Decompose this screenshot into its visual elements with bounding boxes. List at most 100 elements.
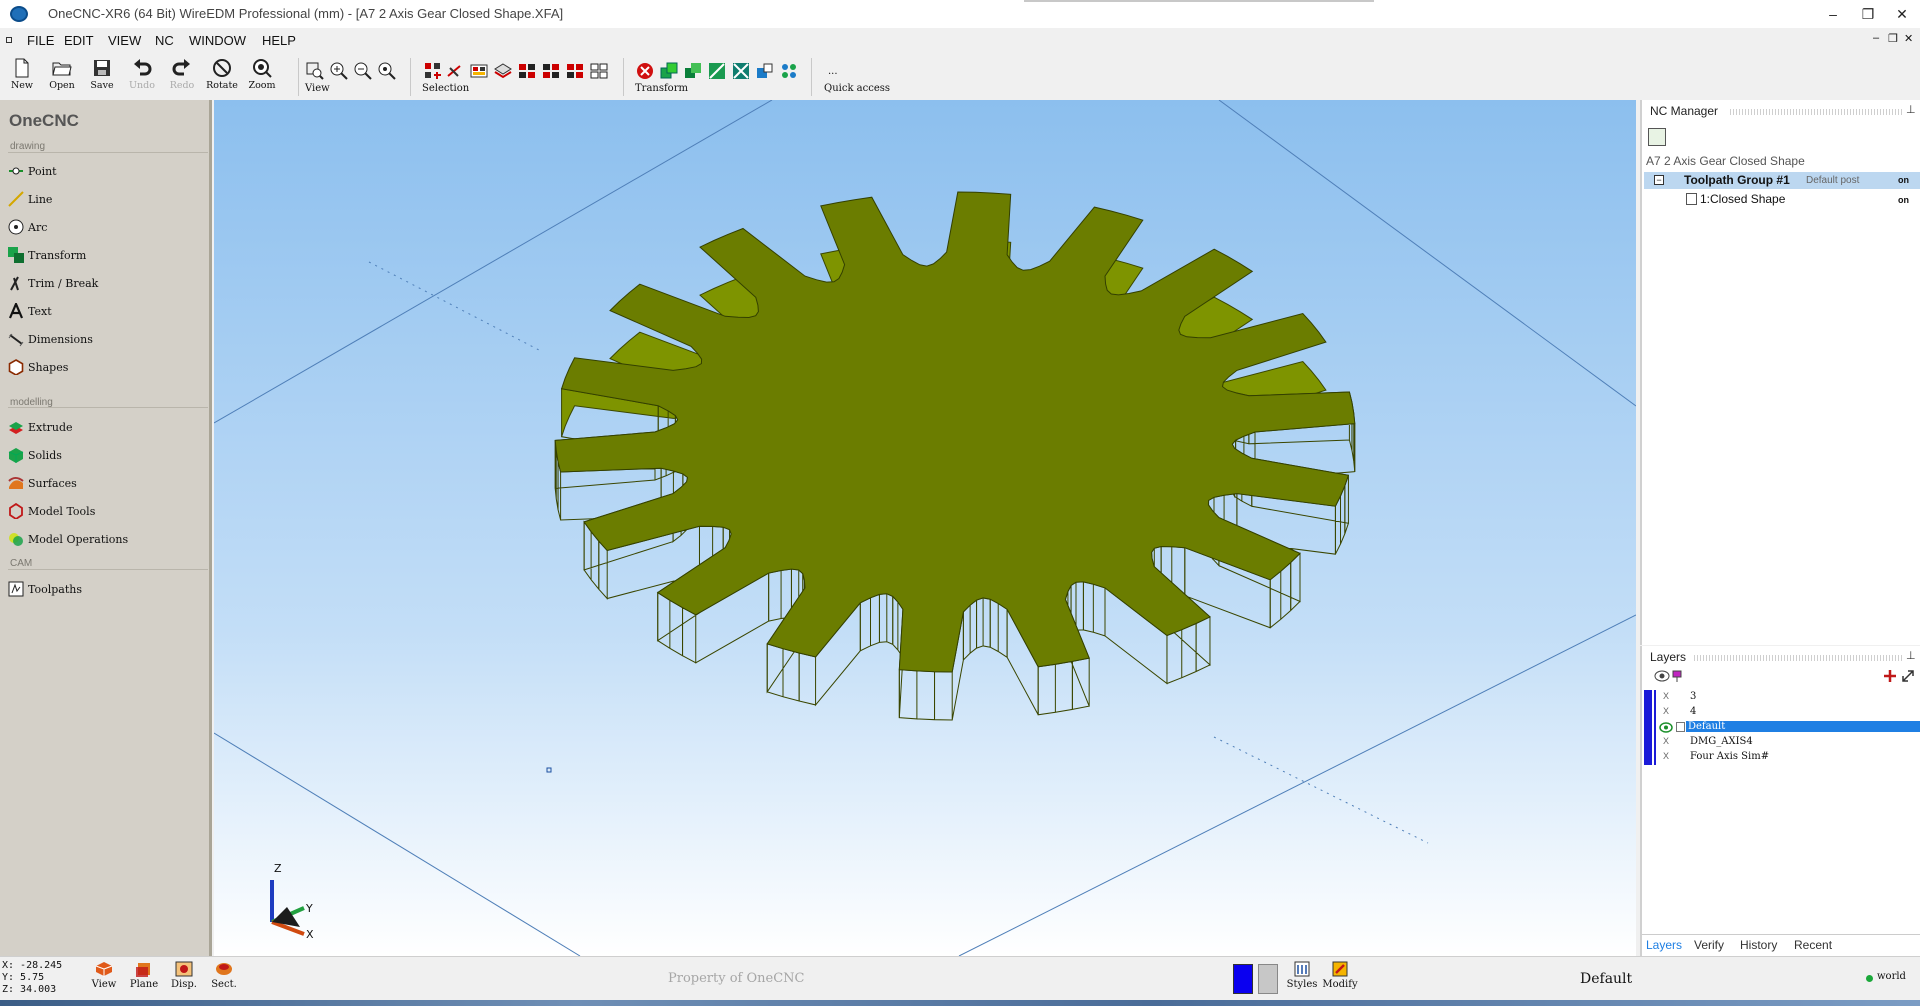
tool-extrude[interactable]: Extrude (8, 417, 208, 437)
rotate-button[interactable]: Rotate (203, 58, 241, 91)
display-status-button[interactable]: Disp. (166, 961, 202, 990)
menu-nc[interactable]: NC (155, 33, 174, 48)
mdi-minimize-button[interactable]: – (1873, 32, 1879, 44)
zoom-fit-icon[interactable] (378, 62, 396, 80)
layer-row[interactable]: X Four Axis Sim# (1644, 750, 1920, 765)
zoom-window-icon[interactable] (306, 62, 324, 80)
tool-trim-break[interactable]: Trim / Break (8, 273, 208, 293)
select-all-icon[interactable] (518, 62, 536, 80)
menu-edit[interactable]: EDIT (64, 33, 94, 48)
menu-window[interactable]: WINDOW (189, 33, 246, 48)
panel-grip[interactable] (1694, 655, 1902, 661)
close-button[interactable]: ✕ (1887, 4, 1917, 24)
undo-button[interactable]: Undo (123, 58, 161, 91)
operation-row[interactable]: 1:Closed Shape on (1644, 192, 1920, 208)
hidden-mark[interactable]: X (1658, 691, 1674, 701)
restore-button[interactable]: ❐ (1853, 4, 1883, 24)
tool-model-operations[interactable]: Model Operations (8, 529, 208, 549)
tool-shapes-label: Shapes (28, 361, 69, 374)
tool-point[interactable]: Point (8, 161, 208, 181)
layer-row[interactable]: X DMG_AXIS4 (1644, 735, 1920, 750)
tab-verify[interactable]: Verify (1694, 938, 1724, 952)
app-logo-icon[interactable] (10, 6, 28, 22)
select-layer-icon[interactable] (494, 62, 512, 80)
mirror-icon[interactable] (732, 62, 750, 80)
collapse-icon[interactable]: − (1654, 175, 1664, 185)
graphics-viewport[interactable]: Z Y X (214, 100, 1636, 956)
tool-extrude-label: Extrude (28, 421, 73, 434)
tab-recent[interactable]: Recent (1794, 938, 1832, 952)
zoom-in-icon[interactable] (330, 62, 348, 80)
scale-icon[interactable] (708, 62, 726, 80)
hidden-mark[interactable]: X (1658, 706, 1674, 716)
current-layer-checkbox[interactable] (1676, 722, 1685, 732)
panel-grip[interactable] (1730, 109, 1902, 115)
background-color-swatch[interactable] (1258, 964, 1278, 994)
pin-icon[interactable]: ⊥ (1906, 649, 1916, 662)
zoom-button[interactable]: Zoom (243, 58, 281, 91)
menu-view[interactable]: VIEW (108, 33, 141, 48)
tool-dimensions[interactable]: Dimensions (8, 329, 208, 349)
toolpath-group-row[interactable]: − Toolpath Group #1 Default post on (1644, 172, 1920, 189)
select-chain-icon[interactable] (446, 62, 464, 80)
layer-visible-eye-icon[interactable] (1659, 722, 1673, 733)
hidden-mark[interactable]: X (1658, 751, 1674, 761)
tool-arc[interactable]: Arc (8, 217, 208, 237)
operation-on-toggle[interactable]: on (1898, 195, 1909, 205)
align-icon[interactable] (756, 62, 774, 80)
tool-line[interactable]: Line (8, 189, 208, 209)
select-entities-icon[interactable] (566, 62, 584, 80)
copy-icon[interactable] (684, 62, 702, 80)
quick-access-more[interactable]: ... (828, 66, 838, 77)
layer-row[interactable]: X 3 (1644, 690, 1920, 705)
tool-toolpaths[interactable]: Toolpaths (8, 579, 208, 599)
select-add-icon[interactable] (424, 62, 442, 80)
nc-document-name[interactable]: A7 2 Axis Gear Closed Shape (1646, 154, 1805, 168)
foreground-color-swatch[interactable] (1233, 964, 1253, 994)
gear-model[interactable] (554, 191, 1356, 721)
document-menu-icon[interactable] (6, 37, 12, 43)
hidden-mark[interactable]: X (1658, 736, 1674, 746)
layer-color-icon[interactable] (1672, 670, 1682, 682)
deselect-all-icon[interactable] (590, 62, 608, 80)
current-layer-name[interactable]: Default (1580, 971, 1632, 987)
save-button[interactable]: Save (83, 58, 121, 91)
tool-surfaces[interactable]: Surfaces (8, 473, 208, 493)
mdi-close-button[interactable]: ✕ (1904, 32, 1913, 45)
delete-icon[interactable] (636, 62, 654, 80)
coordinate-system[interactable]: world (1877, 971, 1906, 982)
scene-canvas[interactable]: Z Y X (214, 100, 1636, 956)
redo-button[interactable]: Redo (163, 58, 201, 91)
tool-model-tools[interactable]: Model Tools (8, 501, 208, 521)
view-status-button[interactable]: View (86, 961, 122, 990)
styles-button[interactable]: Styles (1284, 961, 1320, 990)
eye-icon[interactable] (1654, 670, 1670, 682)
menu-help[interactable]: HELP (262, 33, 296, 48)
tab-history[interactable]: History (1740, 938, 1777, 952)
modify-button[interactable]: Modify (1322, 961, 1358, 990)
layer-row[interactable]: X 4 (1644, 705, 1920, 720)
tool-solids[interactable]: Solids (8, 445, 208, 465)
expand-icon[interactable] (1902, 670, 1914, 682)
tool-transform[interactable]: Transform (8, 245, 208, 265)
add-layer-icon[interactable] (1884, 670, 1896, 682)
select-window-icon[interactable] (470, 62, 488, 80)
open-button[interactable]: Open (43, 58, 81, 91)
tool-shapes[interactable]: Shapes (8, 357, 208, 377)
tool-text[interactable]: Text (8, 301, 208, 321)
select-invert-icon[interactable] (542, 62, 560, 80)
section-status-button[interactable]: Sect. (206, 961, 242, 990)
menu-file[interactable]: FILE (27, 33, 54, 48)
layer-row-selected[interactable]: Default (1644, 720, 1920, 735)
mdi-restore-button[interactable]: ❐ (1888, 32, 1898, 45)
pin-icon[interactable]: ⊥ (1906, 103, 1916, 116)
array-icon[interactable] (780, 62, 798, 80)
new-button[interactable]: New (3, 58, 41, 91)
tab-layers[interactable]: Layers (1646, 938, 1682, 952)
move-icon[interactable] (660, 62, 678, 80)
plane-status-button[interactable]: Plane (126, 961, 162, 990)
zoom-out-icon[interactable] (354, 62, 372, 80)
group-on-toggle[interactable]: on (1898, 175, 1909, 185)
nc-document-icon[interactable] (1648, 128, 1666, 146)
minimize-button[interactable]: – (1818, 4, 1848, 24)
